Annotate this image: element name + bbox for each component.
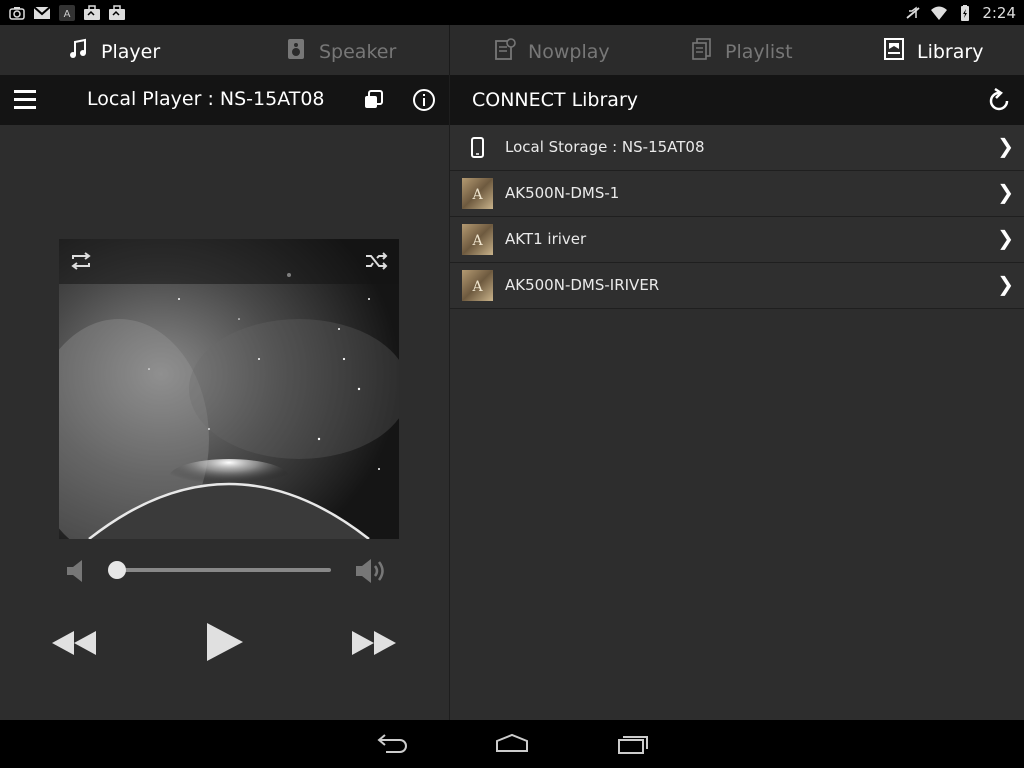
system-nav-bar bbox=[0, 720, 1024, 768]
nowplay-icon bbox=[494, 38, 516, 65]
info-icon[interactable] bbox=[412, 88, 436, 112]
volume-slider-track[interactable] bbox=[117, 568, 331, 572]
wifi-icon bbox=[930, 5, 948, 21]
recent-apps-icon[interactable] bbox=[615, 732, 651, 756]
album-art-image bbox=[59, 239, 399, 539]
art-overlay-bar bbox=[59, 239, 399, 284]
volume-control bbox=[0, 553, 449, 587]
playlist-icon bbox=[691, 38, 713, 65]
list-item-label: Local Storage : NS-15AT08 bbox=[505, 138, 705, 156]
tab-speaker[interactable]: Speaker bbox=[285, 38, 396, 65]
server-thumb-icon: A bbox=[462, 178, 493, 209]
speaker-icon bbox=[285, 38, 307, 65]
tab-divider bbox=[449, 25, 450, 75]
svg-text:A: A bbox=[64, 9, 71, 20]
album-art bbox=[59, 239, 399, 539]
chevron-right-icon: ❯ bbox=[997, 272, 1014, 296]
music-note-icon bbox=[67, 38, 89, 65]
back-icon[interactable] bbox=[374, 732, 410, 756]
svg-text:A: A bbox=[471, 279, 483, 295]
transport-controls bbox=[0, 615, 449, 667]
home-icon[interactable] bbox=[494, 732, 530, 756]
server-thumb-icon: A bbox=[462, 224, 493, 255]
shuffle-icon[interactable] bbox=[364, 251, 388, 271]
tab-label: Library bbox=[917, 40, 984, 63]
play-icon[interactable] bbox=[205, 621, 245, 663]
player-title: Local Player : NS-15AT08 bbox=[87, 88, 325, 110]
rewind-icon[interactable] bbox=[52, 629, 96, 657]
chevron-right-icon: ❯ bbox=[997, 180, 1014, 204]
repeat-icon[interactable] bbox=[69, 251, 93, 271]
library-header: CONNECT Library bbox=[450, 75, 1024, 125]
status-bar: A 2:24 bbox=[0, 0, 1024, 25]
tab-label: Nowplay bbox=[528, 40, 610, 63]
library-pane: CONNECT Library Local Storage : NS-15AT0… bbox=[450, 75, 1024, 720]
server-thumb-icon: A bbox=[462, 270, 493, 301]
screenshot-icon bbox=[8, 5, 26, 21]
chevron-right-icon: ❯ bbox=[997, 226, 1014, 250]
list-item-label: AK500N-DMS-IRIVER bbox=[505, 276, 660, 294]
chevron-right-icon: ❯ bbox=[997, 134, 1014, 158]
briefcase-icon bbox=[108, 4, 126, 21]
gmail-icon bbox=[33, 5, 51, 21]
top-tab-bar: Player Speaker Nowplay Playlist Library bbox=[0, 25, 1024, 75]
mute-icon bbox=[904, 5, 922, 21]
volume-mute-icon[interactable] bbox=[64, 558, 90, 584]
tab-nowplay[interactable]: Nowplay bbox=[494, 38, 610, 65]
app-a-icon: A bbox=[58, 4, 76, 21]
library-icon bbox=[883, 38, 905, 65]
tab-label: Playlist bbox=[725, 40, 793, 63]
library-title: CONNECT Library bbox=[472, 89, 638, 111]
copy-device-icon[interactable] bbox=[362, 88, 386, 112]
briefcase-icon bbox=[83, 4, 101, 21]
list-item[interactable]: Local Storage : NS-15AT08 ❯ bbox=[450, 125, 1024, 171]
tab-library[interactable]: Library bbox=[883, 38, 983, 65]
svg-text:A: A bbox=[471, 187, 483, 203]
list-item[interactable]: A AKT1 iriver ❯ bbox=[450, 217, 1024, 263]
svg-text:A: A bbox=[471, 233, 483, 249]
tab-playlist[interactable]: Playlist bbox=[691, 38, 793, 65]
tab-label: Speaker bbox=[319, 40, 397, 63]
refresh-icon[interactable] bbox=[986, 87, 1012, 114]
list-item[interactable]: A AK500N-DMS-1 ❯ bbox=[450, 171, 1024, 217]
system-icons: 2:24 bbox=[904, 4, 1016, 22]
phone-icon bbox=[462, 132, 493, 163]
notification-icons: A bbox=[8, 4, 126, 21]
volume-slider-thumb[interactable] bbox=[108, 561, 126, 579]
list-item-label: AKT1 iriver bbox=[505, 230, 587, 248]
tab-player[interactable]: Player bbox=[67, 38, 160, 65]
volume-up-icon[interactable] bbox=[354, 556, 390, 586]
tab-label: Player bbox=[101, 40, 161, 63]
player-header: Local Player : NS-15AT08 bbox=[0, 75, 449, 125]
player-pane: Local Player : NS-15AT08 bbox=[0, 75, 449, 720]
battery-charging-icon bbox=[956, 4, 974, 21]
clock: 2:24 bbox=[982, 3, 1016, 22]
list-item[interactable]: A AK500N-DMS-IRIVER ❯ bbox=[450, 263, 1024, 309]
menu-icon[interactable] bbox=[14, 90, 36, 110]
list-item-label: AK500N-DMS-1 bbox=[505, 184, 620, 202]
fast-forward-icon[interactable] bbox=[352, 629, 396, 657]
